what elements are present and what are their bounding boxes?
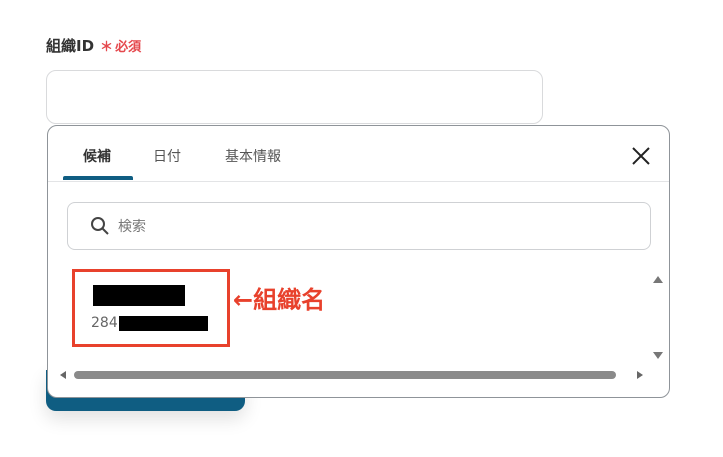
tab-bar: 候補 日付 基本情報 [48,126,669,182]
organization-id-input[interactable] [46,70,543,124]
scroll-down-arrow[interactable] [653,352,663,359]
required-mark: ＊ [100,40,114,55]
redacted-id [118,315,208,331]
required-text: 必須 [115,40,142,55]
scroll-up-arrow[interactable] [653,276,663,283]
tab-candidates[interactable]: 候補 [83,146,111,166]
tab-date[interactable]: 日付 [153,146,181,166]
annotation-label: ←組織名 [233,286,326,314]
scroll-left-arrow[interactable] [60,371,66,379]
field-label-text: 組織ID [46,37,95,55]
option-id-prefix: 284 [91,315,118,331]
field-label: 組織ID ＊ 必須 [46,35,141,56]
search-icon [91,217,109,235]
search-placeholder: 検索 [118,219,146,235]
search-box[interactable]: 検索 [67,202,651,250]
scroll-right-arrow[interactable] [637,371,643,379]
horizontal-scrollbar[interactable] [74,371,616,379]
active-tab-indicator [63,176,133,180]
option-id: 284 [91,315,208,331]
close-icon[interactable] [631,146,651,166]
suggestion-popup: 候補 日付 基本情報 検索 284 [47,125,670,398]
redacted-name [93,285,185,306]
list-item[interactable]: 284 [72,269,230,347]
tab-basic-info[interactable]: 基本情報 [225,146,281,166]
required-badge: ＊ 必須 [100,36,141,55]
